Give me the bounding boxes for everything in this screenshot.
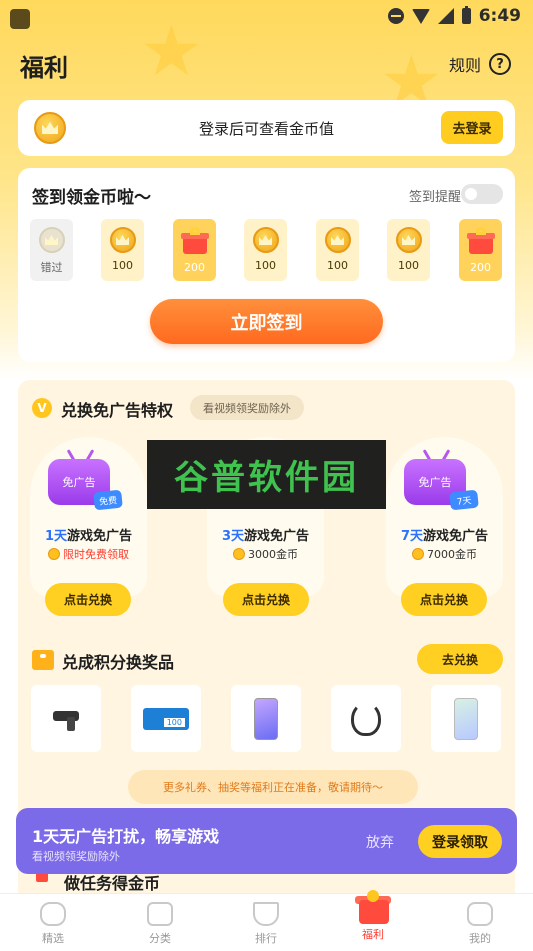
ad-free-name: 7天游戏免广告 <box>400 529 489 544</box>
sign-in-title: 签到领金币啦～ <box>32 188 151 208</box>
rules-label: 规则 <box>448 56 481 75</box>
coin-icon <box>109 227 136 253</box>
banner-skip-button[interactable]: 放弃 <box>366 832 394 852</box>
exchange-button[interactable]: 点击兑换 <box>401 583 487 616</box>
do-not-disturb-icon <box>387 8 404 24</box>
day-value: 100 <box>398 259 419 272</box>
points-title: 兑成积分换奖品 <box>62 653 175 672</box>
sign-in-days: 错过 100 200 100 100 100 200 <box>30 219 504 281</box>
battery-icon <box>461 6 471 24</box>
ad-exchange-title: 兑换免广告特权 <box>61 401 174 420</box>
ad-free-name: 3天游戏免广告 <box>221 529 310 544</box>
banner-login-button[interactable]: 登录领取 <box>418 825 502 858</box>
watermark-logo: 谷普软件园 <box>147 440 386 509</box>
day-value: 200 <box>470 261 491 274</box>
exchange-button[interactable]: 点击兑换 <box>45 583 131 616</box>
sign-in-card: 签到领金币啦～ 签到提醒 错过 100 200 100 100 100 200 … <box>18 168 515 362</box>
nav-label: 分类 <box>149 932 171 945</box>
gift-card-icon <box>143 707 189 730</box>
login-button[interactable]: 去登录 <box>441 111 503 144</box>
day-value: 100 <box>327 259 348 272</box>
gamepad-icon <box>40 902 66 926</box>
banner-subtitle: 看视频领奖励除外 <box>32 850 120 863</box>
nav-label: 福利 <box>362 928 384 941</box>
coin-icon <box>324 227 351 253</box>
gift-box-icon <box>180 227 209 255</box>
day-value: 200 <box>184 261 205 274</box>
app-indicator-icon <box>10 9 30 29</box>
nav-item-featured[interactable]: 精选 <box>18 902 88 946</box>
tv-icon: 免广告 免费 <box>48 449 123 511</box>
more-coming-notice: 更多礼券、抽奖等福利正在准备，敬请期待～ <box>128 770 418 804</box>
status-time: 6:49 <box>478 6 521 26</box>
coin-icon <box>233 548 245 560</box>
sign-day[interactable]: 100 <box>244 219 287 281</box>
bottom-nav: 精选 分类 排行 福利 我的 <box>0 890 533 951</box>
ad-free-price: 7000金币 <box>386 546 503 562</box>
sign-day[interactable]: 100 <box>316 219 359 281</box>
sign-day[interactable]: 100 <box>387 219 430 281</box>
phone-icon <box>454 697 478 740</box>
phone-icon <box>254 697 278 740</box>
banner-title: 1天无广告打扰，畅享游戏 <box>32 827 220 846</box>
tv-icon: 免广告 7天 <box>404 449 479 511</box>
coin-icon <box>38 227 65 253</box>
reminder-label: 签到提醒 <box>408 190 461 205</box>
nav-item-profile[interactable]: 我的 <box>445 902 515 946</box>
day-value: 100 <box>255 259 276 272</box>
ad-exchange-note: 看视频领奖励除外 <box>190 395 304 420</box>
neck-fan-icon <box>351 701 381 736</box>
coin-icon <box>395 227 422 253</box>
gift-box-icon <box>466 227 495 255</box>
ad-free-price: 3000金币 <box>207 546 324 562</box>
sign-day[interactable]: 100 <box>101 219 144 281</box>
signal-icon <box>437 8 454 24</box>
tv-tag: 7天 <box>449 489 479 511</box>
vip-icon: V <box>32 398 52 418</box>
login-card: 登录后可查看金币值 去登录 <box>18 100 515 156</box>
sign-day[interactable]: 200 <box>173 219 216 281</box>
ad-free-card: 免广告 7天 7天游戏免广告 7000金币 <box>386 437 503 597</box>
ad-free-name: 1天游戏免广告 <box>44 529 133 544</box>
tv-tag: 免费 <box>93 489 123 511</box>
profile-icon <box>467 902 493 926</box>
nav-item-category[interactable]: 分类 <box>125 902 195 946</box>
coin-icon <box>252 227 279 253</box>
status-icons: 6:49 <box>387 6 521 26</box>
prize-item[interactable] <box>431 685 501 752</box>
gift-icon <box>355 890 391 924</box>
sign-day[interactable]: 200 <box>459 219 502 281</box>
nav-label: 我的 <box>469 932 491 945</box>
gift-icon <box>32 650 54 670</box>
ad-free-price: 限时免费领取 <box>30 546 147 562</box>
coin-icon <box>412 548 424 560</box>
ad-free-card: 免广告 免费 1天游戏免广告 限时免费领取 <box>30 437 147 597</box>
status-bar: 6:49 <box>0 0 533 36</box>
nav-label: 精选 <box>42 932 64 945</box>
prize-item[interactable] <box>131 685 201 752</box>
points-exchange-button[interactable]: 去兑换 <box>417 644 503 674</box>
folder-icon <box>147 902 173 926</box>
nav-item-ranking[interactable]: 排行 <box>231 902 301 946</box>
ad-free-banner: 1天无广告打扰，畅享游戏 看视频领奖励除外 放弃 登录领取 <box>16 808 517 874</box>
coin-icon <box>48 548 60 560</box>
sign-in-button[interactable]: 立即签到 <box>150 299 383 344</box>
help-icon: ? <box>489 53 511 75</box>
prize-item[interactable] <box>331 685 401 752</box>
massage-gun-icon <box>53 709 79 731</box>
sign-day[interactable]: 错过 <box>30 219 73 281</box>
day-value: 错过 <box>40 261 63 274</box>
nav-item-welfare[interactable]: 福利 <box>338 890 408 942</box>
prize-item[interactable] <box>231 685 301 752</box>
rules-button[interactable]: 规则 ? <box>449 52 511 76</box>
page-title: 福利 <box>20 54 68 82</box>
wifi-icon <box>411 8 430 24</box>
exchange-button[interactable]: 点击兑换 <box>223 583 309 616</box>
trophy-icon <box>253 902 279 926</box>
day-value: 100 <box>112 259 133 272</box>
reminder-toggle[interactable] <box>461 184 503 204</box>
prize-item[interactable] <box>31 685 101 752</box>
nav-label: 排行 <box>255 932 277 945</box>
